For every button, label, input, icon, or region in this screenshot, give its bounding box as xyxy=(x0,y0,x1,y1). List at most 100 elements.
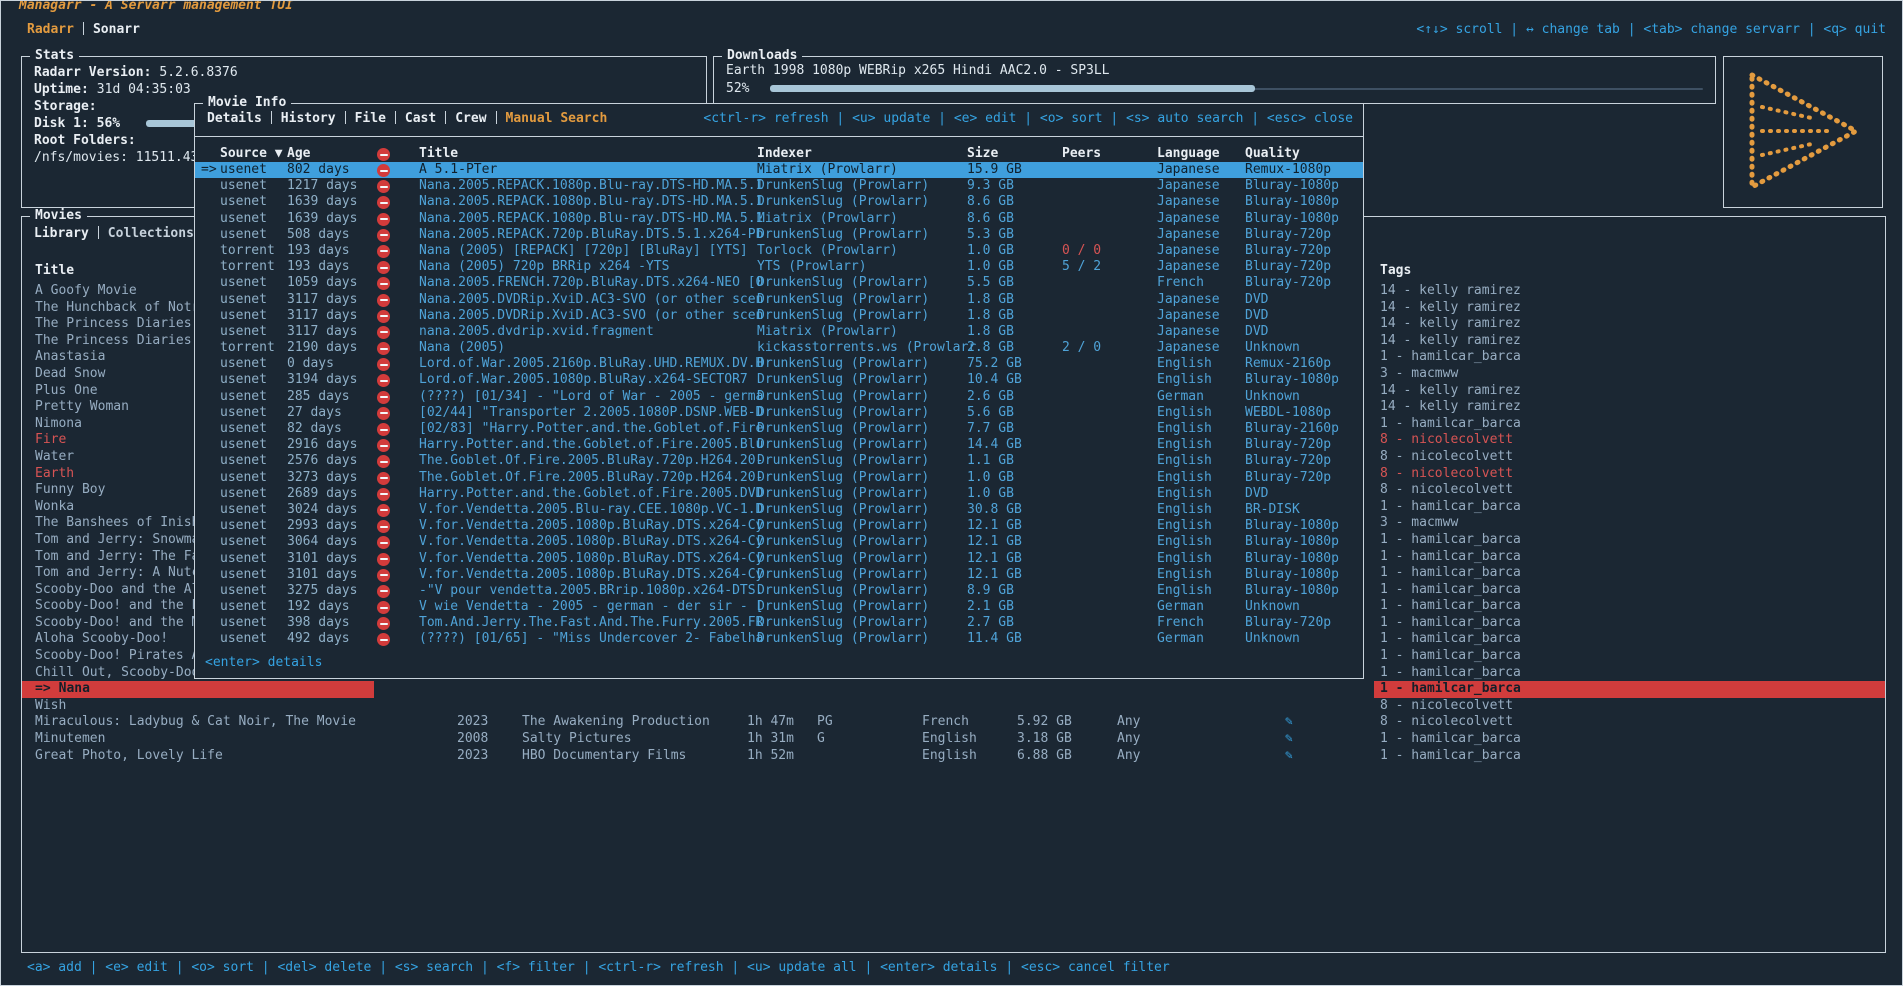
result-age: 802 days xyxy=(287,162,350,178)
result-age: 3101 days xyxy=(287,567,357,583)
selection-marker: => xyxy=(35,681,51,696)
result-language: English xyxy=(1157,453,1212,469)
search-result-row[interactable]: usenet 2576 days The.Goblet.Of.Fire.2005… xyxy=(195,453,1363,469)
search-result-row[interactable]: => usenet 802 days A 5.1-PTer Miatrix (P… xyxy=(195,162,1363,178)
movie-runtime: 1h 52m xyxy=(747,748,794,765)
result-source: usenet xyxy=(220,551,267,567)
tab-sonarr[interactable]: Sonarr xyxy=(93,22,140,37)
search-result-row[interactable]: torrent 193 days Nana (2005) [REPACK] [7… xyxy=(195,243,1363,259)
result-quality: Bluray-1080p xyxy=(1245,518,1339,534)
search-result-row[interactable]: usenet 1059 days Nana.2005.FRENCH.720p.B… xyxy=(195,275,1363,291)
result-source: usenet xyxy=(220,372,267,388)
search-result-row[interactable]: usenet 192 days V wie Vendetta - 2005 - … xyxy=(195,599,1363,615)
movie-tag: 1 - hamilcar_barca xyxy=(1374,416,1885,433)
result-size: 1.0 GB xyxy=(967,486,1014,502)
search-result-row[interactable]: usenet 3024 days V.for.Vendetta.2005.Blu… xyxy=(195,502,1363,518)
search-result-row[interactable]: usenet 508 days Nana.2005.REPACK.720p.Bl… xyxy=(195,227,1363,243)
tab-file[interactable]: File xyxy=(355,111,386,126)
result-age: 3064 days xyxy=(287,534,357,550)
movie-title: Chill Out, Scooby-Doo xyxy=(35,665,199,680)
search-result-row[interactable]: usenet 3194 days Lord.of.War.2005.1080p.… xyxy=(195,372,1363,388)
blocked-icon xyxy=(377,180,390,193)
search-result-row[interactable]: usenet 3101 days V.for.Vendetta.2005.108… xyxy=(195,567,1363,583)
rejected-cell xyxy=(377,325,390,341)
result-source: usenet xyxy=(220,631,267,647)
tab-cast[interactable]: Cast xyxy=(405,111,436,126)
blocked-icon xyxy=(377,569,390,582)
result-indexer: Miatrix (Prowlarr) xyxy=(757,324,898,340)
search-result-row[interactable]: usenet 398 days Tom.And.Jerry.The.Fast.A… xyxy=(195,615,1363,631)
result-age: 3273 days xyxy=(287,470,357,486)
search-result-row[interactable]: usenet 1639 days Nana.2005.REPACK.1080p.… xyxy=(195,211,1363,227)
movie-title: Scooby-Doo! and the L xyxy=(35,598,199,613)
movie-tag: 1 - hamilcar_barca xyxy=(1374,748,1885,765)
tab-manual-search[interactable]: Manual Search xyxy=(506,111,608,126)
search-result-row[interactable]: usenet 1217 days Nana.2005.REPACK.1080p.… xyxy=(195,178,1363,194)
result-size: 8.6 GB xyxy=(967,194,1014,210)
result-peers: 2 / 0 xyxy=(1062,340,1101,356)
tab-history[interactable]: History xyxy=(281,111,336,126)
search-result-row[interactable]: usenet 27 days [02/44] "Transporter 2.20… xyxy=(195,405,1363,421)
search-result-row[interactable]: usenet 3117 days nana.2005.dvdrip.xvid.f… xyxy=(195,324,1363,340)
search-result-row[interactable]: usenet 3117 days Nana.2005.DVDRip.XviD.A… xyxy=(195,308,1363,324)
movie-row[interactable]: Wish 8 - nicolecolvett xyxy=(22,698,1885,715)
blocked-icon xyxy=(377,472,390,485)
search-result-row[interactable]: usenet 82 days [02/83] "Harry.Potter.and… xyxy=(195,421,1363,437)
tab-details[interactable]: Details xyxy=(207,111,262,126)
rejected-cell xyxy=(377,568,390,584)
result-size: 1.1 GB xyxy=(967,453,1014,469)
search-result-row[interactable]: usenet 492 days (????) [01/65] - "Miss U… xyxy=(195,631,1363,647)
result-source: usenet xyxy=(220,437,267,453)
result-size: 2.7 GB xyxy=(967,615,1014,631)
blocked-icon xyxy=(377,148,390,161)
search-result-row[interactable]: torrent 193 days Nana (2005) 720p BRRip … xyxy=(195,259,1363,275)
result-language: Japanese xyxy=(1157,259,1220,275)
rejected-cell xyxy=(377,341,390,357)
rejected-cell xyxy=(377,260,390,276)
movie-row[interactable]: =>Nana 1 - hamilcar_barca xyxy=(22,681,1885,698)
tab-radarr[interactable]: Radarr xyxy=(27,22,74,37)
movie-row[interactable]: Minutemen 2008 Salty Pictures 1h 31m G E… xyxy=(22,731,1885,748)
blocked-icon xyxy=(377,245,390,258)
result-language: English xyxy=(1157,486,1212,502)
download-progress-bar xyxy=(770,80,1703,97)
search-result-row[interactable]: usenet 3064 days V.for.Vendetta.2005.108… xyxy=(195,534,1363,550)
movie-title: Water xyxy=(35,449,74,464)
movie-studio: The Awakening Production xyxy=(522,714,710,731)
tab-library[interactable]: Library xyxy=(34,226,89,241)
result-source: usenet xyxy=(220,308,267,324)
modal-keybinds: <ctrl-r> refresh | <u> update | <e> edit… xyxy=(703,110,1353,128)
search-result-row[interactable]: torrent 2190 days Nana (2005) kickasstor… xyxy=(195,340,1363,356)
search-result-row[interactable]: usenet 2916 days Harry.Potter.and.the.Go… xyxy=(195,437,1363,453)
search-result-row[interactable]: usenet 2993 days V.for.Vendetta.2005.108… xyxy=(195,518,1363,534)
movie-title: Fire xyxy=(35,432,66,447)
result-age: 3117 days xyxy=(287,308,357,324)
movie-row[interactable]: Miraculous: Ladybug & Cat Noir, The Movi… xyxy=(22,714,1885,731)
result-age: 508 days xyxy=(287,227,350,243)
result-source: usenet xyxy=(220,583,267,599)
tab-collections[interactable]: Collections xyxy=(108,226,194,241)
movie-quality-profile: Any xyxy=(1117,731,1140,748)
search-result-row[interactable]: usenet 2689 days Harry.Potter.and.the.Go… xyxy=(195,486,1363,502)
search-result-row[interactable]: usenet 1639 days Nana.2005.REPACK.1080p.… xyxy=(195,194,1363,210)
result-quality: Unknown xyxy=(1245,631,1300,647)
movie-year: 2023 xyxy=(457,714,488,731)
search-result-row[interactable]: usenet 3275 days -"V pour vendetta.2005.… xyxy=(195,583,1363,599)
result-language: Japanese xyxy=(1157,162,1220,178)
result-size: 1.8 GB xyxy=(967,324,1014,340)
result-size: 2.1 GB xyxy=(967,599,1014,615)
rejected-cell xyxy=(377,552,390,568)
result-language: English xyxy=(1157,437,1212,453)
search-result-row[interactable]: usenet 3273 days The.Goblet.Of.Fire.2005… xyxy=(195,470,1363,486)
result-size: 10.4 GB xyxy=(967,372,1022,388)
result-title: Nana.2005.DVDRip.XviD.AC3-SVO (or other … xyxy=(419,292,763,308)
search-result-row[interactable]: usenet 0 days Lord.of.War.2005.2160p.Blu… xyxy=(195,356,1363,372)
search-result-row[interactable]: usenet 285 days (????) [01/34] - "Lord o… xyxy=(195,389,1363,405)
tab-crew[interactable]: Crew xyxy=(455,111,486,126)
result-age: 82 days xyxy=(287,421,342,437)
movie-row[interactable]: Great Photo, Lovely Life 2023 HBO Docume… xyxy=(22,748,1885,765)
blocked-icon xyxy=(377,196,390,209)
tab-divider xyxy=(445,111,446,124)
search-result-row[interactable]: usenet 3101 days V.for.Vendetta.2005.108… xyxy=(195,551,1363,567)
search-result-row[interactable]: usenet 3117 days Nana.2005.DVDRip.XviD.A… xyxy=(195,292,1363,308)
